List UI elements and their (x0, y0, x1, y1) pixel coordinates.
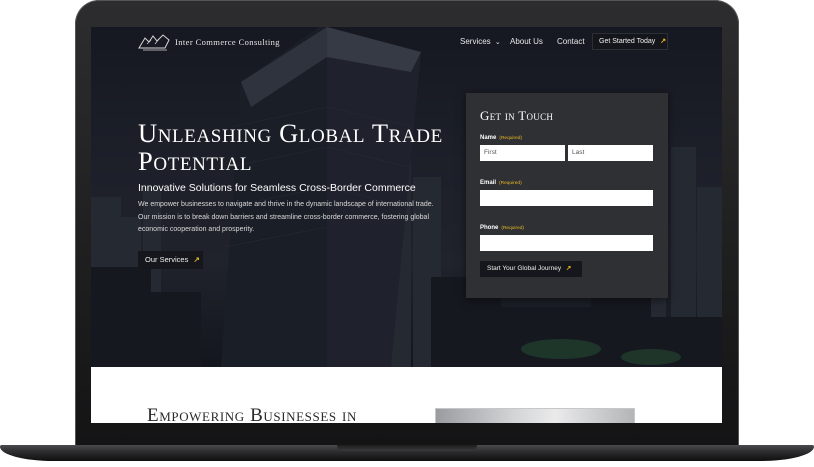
hero-section: Inter Commerce Consulting Services ⌄ Abo… (91, 27, 722, 367)
last-name-field[interactable]: Last (568, 145, 653, 161)
get-started-label: Get Started Today (599, 38, 656, 45)
form-title: Get in Touch (480, 108, 554, 123)
submit-label: Start Your Global Journey (487, 265, 562, 272)
required-note: (Required) (499, 181, 522, 186)
email-field[interactable] (480, 190, 653, 206)
required-note: (Required) (501, 226, 525, 231)
phone-label: Phone (Required) (480, 225, 524, 231)
griffin-logo-icon[interactable] (137, 32, 171, 52)
browser-screen: Inter Commerce Consulting Services ⌄ Abo… (91, 27, 722, 423)
first-name-field[interactable]: First (480, 145, 565, 161)
hero-description: We empower businesses to navigate and th… (138, 201, 434, 233)
name-label-text: Name (480, 135, 497, 141)
phone-label-text: Phone (480, 225, 499, 231)
hero-title: Unleashing Global Trade Potential (138, 118, 443, 176)
nav-about-us[interactable]: About Us (510, 37, 543, 46)
name-label: Name (Required) (480, 135, 522, 141)
about-section: Empowering Businesses in (91, 367, 722, 423)
hero-subtitle: Innovative Solutions for Seamless Cross-… (138, 182, 416, 194)
chevron-down-icon: ⌄ (494, 39, 501, 46)
nav-services[interactable]: Services ⌄ (460, 37, 501, 46)
nav-services-label: Services (460, 37, 491, 46)
email-label: Email (Required) (480, 180, 522, 186)
our-services-label: Our Services (145, 255, 189, 264)
phone-field[interactable] (480, 235, 653, 251)
get-started-button[interactable]: Get Started Today ↗ (592, 33, 668, 50)
site-header: Inter Commerce Consulting Services ⌄ Abo… (91, 27, 722, 57)
submit-button[interactable]: Start Your Global Journey ↗ (480, 261, 582, 277)
arrow-up-right-icon: ↗ (660, 38, 667, 45)
arrow-up-right-icon: ↗ (565, 265, 572, 272)
required-note: (Required) (499, 136, 523, 141)
contact-form: Get in Touch Name (Required) First Last E… (466, 93, 668, 298)
laptop-hinge (337, 445, 477, 451)
brand-name[interactable]: Inter Commerce Consulting (175, 37, 280, 47)
section-image (436, 409, 634, 423)
email-label-text: Email (480, 180, 497, 186)
section-heading: Empowering Businesses in (147, 405, 357, 423)
our-services-button[interactable]: Our Services ↗ (138, 251, 203, 269)
nav-contact[interactable]: Contact (557, 37, 585, 46)
arrow-up-right-icon: ↗ (193, 255, 200, 264)
